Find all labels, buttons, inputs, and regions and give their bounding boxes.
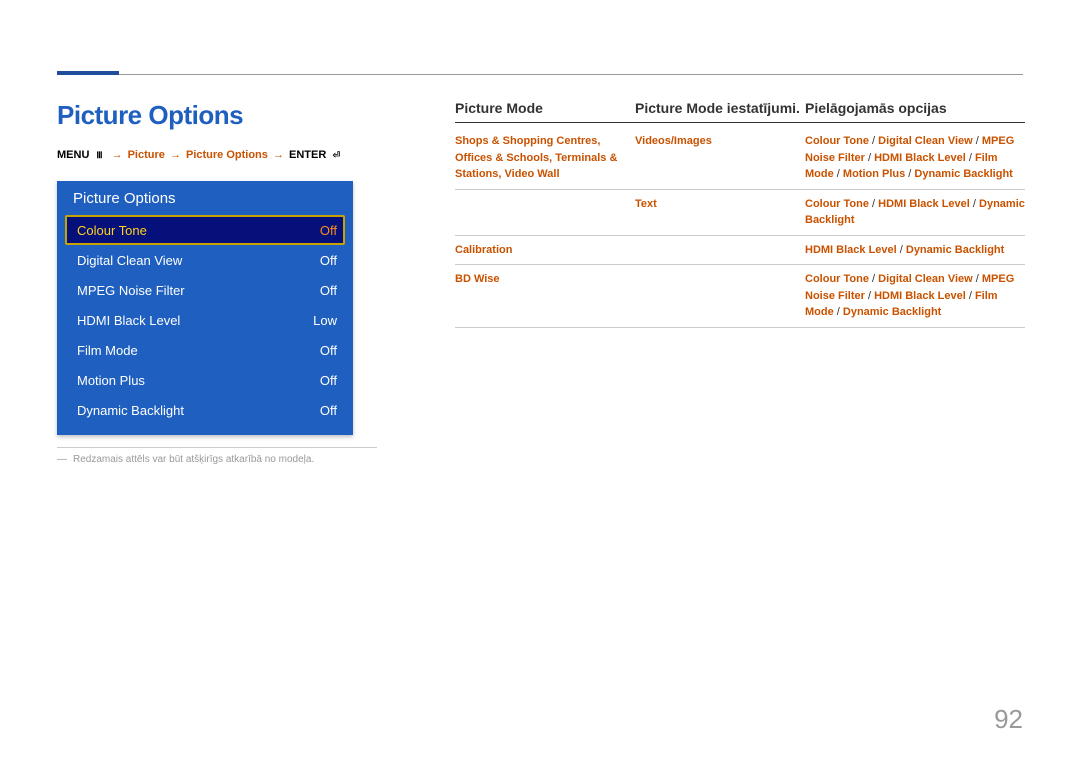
table-cell-picture-mode: BD Wise (455, 271, 635, 288)
osd-title: Picture Options (57, 181, 353, 215)
osd-item-film-mode[interactable]: Film Mode Off (65, 335, 345, 365)
breadcrumb-arrow: → (271, 149, 286, 161)
option: Digital Clean View (878, 135, 973, 147)
osd-item-hdmi-black-level[interactable]: HDMI Black Level Low (65, 305, 345, 335)
breadcrumb-picture: Picture (128, 149, 165, 161)
separator: / (970, 198, 979, 210)
separator: / (865, 290, 874, 302)
osd-item-value: Off (320, 283, 337, 298)
osd-item-dynamic-backlight[interactable]: Dynamic Backlight Off (65, 395, 345, 425)
option: Colour Tone (805, 135, 869, 147)
divider (57, 447, 377, 448)
separator: / (966, 152, 975, 164)
option: Digital Clean View (878, 273, 973, 285)
option: HDMI Black Level (805, 244, 897, 256)
table-cell-options: Colour Tone / HDMI Black Level / Dynamic… (805, 196, 1025, 229)
page-title: Picture Options (57, 100, 377, 131)
table-cell-setting: Text (635, 196, 805, 213)
option: Colour Tone (805, 198, 869, 210)
table-cell-picture-mode: Shops & Shopping Centres, Offices & Scho… (455, 133, 635, 183)
breadcrumb: MENU Ⅲ → Picture → Picture Options → ENT… (57, 149, 377, 161)
menu-icon: Ⅲ (92, 150, 106, 160)
note-dash: ― (57, 454, 67, 465)
osd-item-value: Off (320, 253, 337, 268)
table-cell-picture-mode: Calibration (455, 242, 635, 259)
table-cell-options: HDMI Black Level / Dynamic Backlight (805, 242, 1025, 259)
table-cell-setting: Videos/Images (635, 133, 805, 150)
option: Colour Tone (805, 273, 869, 285)
option: Motion Plus (843, 168, 905, 180)
table-head-c2: Picture Mode iestatījumi. (635, 100, 805, 116)
separator: / (973, 273, 982, 285)
table-row: BD Wise Colour Tone / Digital Clean View … (455, 265, 1025, 328)
option: Dynamic Backlight (914, 168, 1012, 180)
separator: / (834, 168, 843, 180)
osd-item-mpeg-noise-filter[interactable]: MPEG Noise Filter Off (65, 275, 345, 305)
table-cell-options: Colour Tone / Digital Clean View / MPEG … (805, 271, 1025, 321)
separator: / (869, 135, 878, 147)
option: HDMI Black Level (874, 290, 966, 302)
breadcrumb-menu: MENU (57, 149, 89, 161)
osd-item-label: Motion Plus (77, 373, 145, 388)
separator: / (834, 306, 843, 318)
osd-item-label: Colour Tone (77, 223, 147, 238)
table-row: Shops & Shopping Centres, Offices & Scho… (455, 127, 1025, 190)
osd-item-label: Digital Clean View (77, 253, 182, 268)
osd-item-value: Low (313, 313, 337, 328)
osd-item-label: Dynamic Backlight (77, 403, 184, 418)
separator: / (869, 273, 878, 285)
table-row: Calibration HDMI Black Level / Dynamic Ba… (455, 236, 1025, 266)
osd-item-value: Off (320, 223, 337, 238)
osd-item-value: Off (320, 403, 337, 418)
separator: / (865, 152, 874, 164)
osd-item-value: Off (320, 373, 337, 388)
option: HDMI Black Level (878, 198, 970, 210)
option: HDMI Black Level (874, 152, 966, 164)
note-text: Redzamais attēls var būt atšķirīgs atkar… (73, 454, 314, 465)
table-row: TextColour Tone / HDMI Black Level / Dyn… (455, 190, 1025, 236)
osd-item-label: MPEG Noise Filter (77, 283, 185, 298)
osd-item-motion-plus[interactable]: Motion Plus Off (65, 365, 345, 395)
osd-panel: Picture Options Colour ToneOffDigital Cl… (57, 181, 353, 435)
table-head-c1: Picture Mode (455, 100, 635, 116)
breadcrumb-arrow: → (110, 149, 125, 161)
osd-item-value: Off (320, 343, 337, 358)
table-head-c3: Pielāgojamās opcijas (805, 100, 1025, 116)
option: Dynamic Backlight (843, 306, 941, 318)
osd-item-colour-tone[interactable]: Colour Tone Off (65, 215, 345, 245)
table-cell-options: Colour Tone / Digital Clean View / MPEG … (805, 133, 1025, 183)
page-number: 92 (994, 704, 1023, 735)
separator: / (973, 135, 982, 147)
table-head: Picture Mode Picture Mode iestatījumi. P… (455, 100, 1025, 123)
separator: / (897, 244, 906, 256)
breadcrumb-arrow: → (168, 149, 183, 161)
osd-item-digital-clean-view[interactable]: Digital Clean View Off (65, 245, 345, 275)
breadcrumb-picture-options: Picture Options (186, 149, 268, 161)
separator: / (869, 198, 878, 210)
osd-item-label: HDMI Black Level (77, 313, 180, 328)
breadcrumb-enter: ENTER (289, 149, 326, 161)
separator: / (966, 290, 975, 302)
enter-icon: ⏎ (329, 150, 343, 160)
osd-item-label: Film Mode (77, 343, 138, 358)
option: Dynamic Backlight (906, 244, 1004, 256)
